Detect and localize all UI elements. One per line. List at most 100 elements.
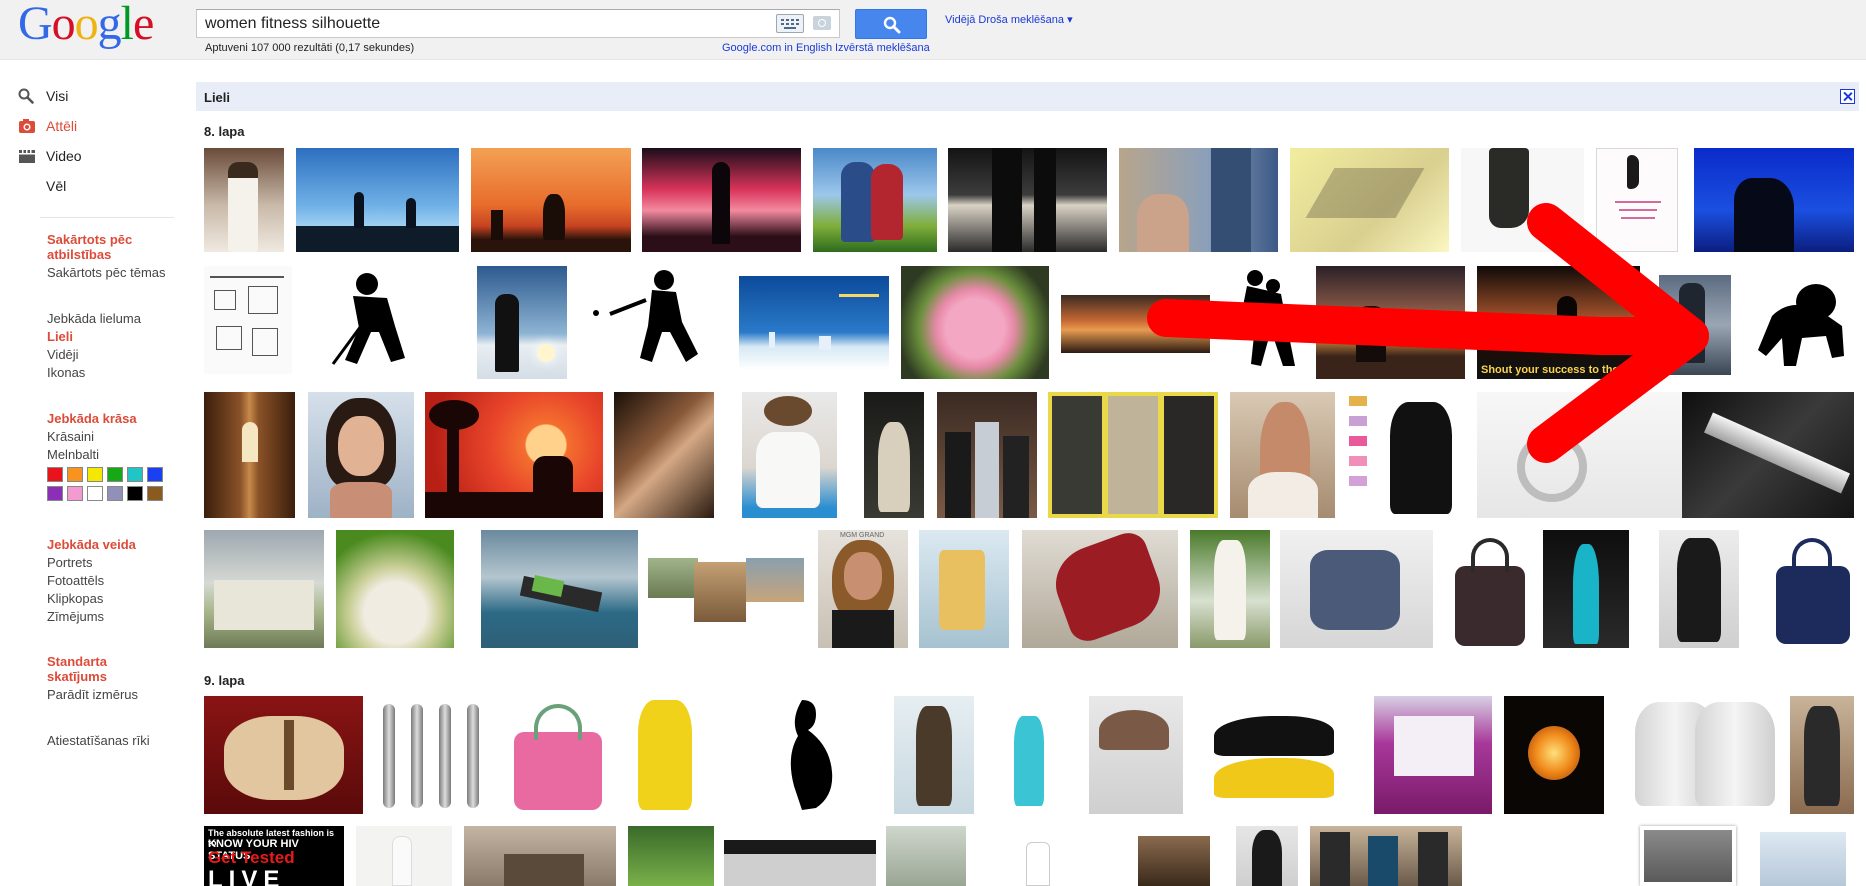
image-thumbnail[interactable]: The absolute latest fashion is to KNOW Y… (204, 826, 344, 886)
color-bw[interactable]: Melnbalti (47, 447, 99, 462)
type-any[interactable]: Jebkāda veida (47, 537, 136, 552)
image-thumbnail[interactable] (1119, 148, 1278, 252)
image-thumbnail[interactable] (620, 696, 710, 814)
image-thumbnail[interactable] (1347, 392, 1369, 518)
search-by-image-icon[interactable] (813, 16, 831, 30)
image-thumbnail[interactable] (886, 826, 966, 886)
image-thumbnail[interactable] (919, 530, 1009, 648)
image-thumbnail[interactable] (327, 266, 422, 374)
image-thumbnail[interactable] (1089, 696, 1183, 814)
image-thumbnail[interactable] (464, 826, 616, 886)
swatch-orange[interactable] (67, 467, 83, 482)
image-thumbnail[interactable] (336, 530, 454, 648)
image-thumbnail[interactable]: Shout your success to the (1477, 266, 1640, 379)
image-thumbnail[interactable] (1194, 696, 1359, 814)
type-lineart[interactable]: Zīmējums (47, 609, 104, 624)
image-thumbnail[interactable] (1008, 836, 1068, 886)
image-thumbnail[interactable] (1640, 826, 1736, 886)
image-thumbnail[interactable] (1190, 530, 1270, 648)
color-full[interactable]: Krāsaini (47, 429, 94, 444)
swatch-pink[interactable] (67, 486, 83, 501)
image-thumbnail[interactable] (425, 392, 603, 518)
image-thumbnail[interactable] (1461, 148, 1584, 252)
image-thumbnail[interactable] (1316, 266, 1465, 379)
safe-search-dropdown[interactable]: Vidējā Droša meklēšana ▾ (945, 13, 1073, 26)
swatch-gray[interactable] (107, 486, 123, 501)
type-clipart[interactable]: Klipkopas (47, 591, 103, 606)
nav-all[interactable]: Visi (18, 86, 68, 106)
image-thumbnail[interactable] (204, 530, 324, 648)
swatch-white[interactable] (87, 486, 103, 501)
swatch-teal[interactable] (127, 467, 143, 482)
swatch-brown[interactable] (147, 486, 163, 501)
image-thumbnail[interactable] (356, 826, 452, 886)
swatch-red[interactable] (47, 467, 63, 482)
image-thumbnail[interactable] (1290, 148, 1449, 252)
type-photo[interactable]: Fotoattēls (47, 573, 104, 588)
image-thumbnail[interactable] (1048, 392, 1218, 518)
image-thumbnail[interactable] (1451, 530, 1529, 648)
swatch-yellow[interactable] (87, 467, 103, 482)
image-thumbnail[interactable] (648, 558, 808, 628)
image-thumbnail[interactable] (592, 266, 716, 379)
image-thumbnail[interactable] (739, 276, 889, 370)
image-thumbnail[interactable] (1790, 696, 1854, 814)
nav-images[interactable]: Attēli (18, 116, 77, 136)
search-input[interactable] (205, 13, 765, 35)
nav-more[interactable]: Vēl (46, 176, 66, 196)
size-large[interactable]: Lieli (47, 329, 73, 344)
language-link[interactable]: Google.com in English (722, 42, 832, 54)
keyboard-icon[interactable] (776, 14, 804, 33)
type-face[interactable]: Portrets (47, 555, 93, 570)
advanced-search-link[interactable]: Izvērstā meklēšana (835, 42, 930, 54)
image-thumbnail[interactable] (1310, 826, 1462, 886)
image-thumbnail[interactable] (471, 148, 631, 252)
image-thumbnail[interactable] (1760, 832, 1846, 886)
image-thumbnail[interactable] (1504, 696, 1604, 814)
image-thumbnail[interactable] (864, 392, 924, 518)
swatch-purple[interactable] (47, 486, 63, 501)
image-thumbnail[interactable] (948, 148, 1107, 252)
image-thumbnail[interactable] (308, 392, 414, 518)
image-thumbnail[interactable] (1543, 530, 1629, 648)
size-medium[interactable]: Vidēji (47, 347, 79, 362)
size-icon[interactable]: Ikonas (47, 365, 85, 380)
google-logo[interactable]: Google (18, 0, 154, 48)
image-thumbnail[interactable] (1682, 392, 1854, 518)
image-thumbnail[interactable] (1477, 392, 1682, 518)
image-thumbnail[interactable] (296, 148, 459, 252)
image-thumbnail[interactable] (1772, 530, 1854, 648)
image-thumbnail[interactable] (894, 696, 974, 814)
image-thumbnail[interactable] (772, 696, 842, 814)
image-thumbnail[interactable] (1138, 836, 1210, 886)
swatch-green[interactable] (107, 467, 123, 482)
image-thumbnail[interactable] (724, 840, 876, 886)
image-thumbnail[interactable] (1694, 148, 1854, 252)
image-thumbnail[interactable] (1280, 530, 1433, 648)
search-button[interactable] (855, 9, 927, 39)
image-thumbnail[interactable] (204, 392, 295, 518)
image-thumbnail[interactable] (1230, 392, 1335, 518)
image-thumbnail[interactable] (481, 530, 638, 648)
image-thumbnail[interactable] (1752, 266, 1854, 379)
image-thumbnail[interactable] (204, 266, 292, 374)
image-thumbnail[interactable] (1625, 696, 1780, 814)
image-thumbnail[interactable] (1022, 530, 1178, 648)
sort-by-subject[interactable]: Sakārtots pēc tēmas (47, 265, 166, 280)
nav-video[interactable]: Video (18, 146, 82, 166)
image-thumbnail[interactable] (614, 392, 714, 518)
image-thumbnail[interactable] (1061, 295, 1210, 353)
image-thumbnail[interactable] (508, 696, 608, 814)
image-thumbnail[interactable] (901, 266, 1049, 379)
image-thumbnail[interactable] (742, 392, 837, 518)
image-thumbnail[interactable] (937, 392, 1037, 518)
reset-tools-link[interactable]: Atiestatīšanas rīki (47, 733, 150, 748)
image-thumbnail[interactable] (1378, 392, 1465, 518)
image-thumbnail[interactable] (477, 266, 567, 379)
image-thumbnail[interactable] (204, 148, 284, 252)
image-thumbnail[interactable] (375, 696, 498, 814)
image-thumbnail[interactable] (1374, 696, 1492, 814)
image-thumbnail[interactable] (1659, 275, 1731, 375)
swatch-blue[interactable] (147, 467, 163, 482)
size-any[interactable]: Jebkāda lieluma (47, 311, 141, 326)
